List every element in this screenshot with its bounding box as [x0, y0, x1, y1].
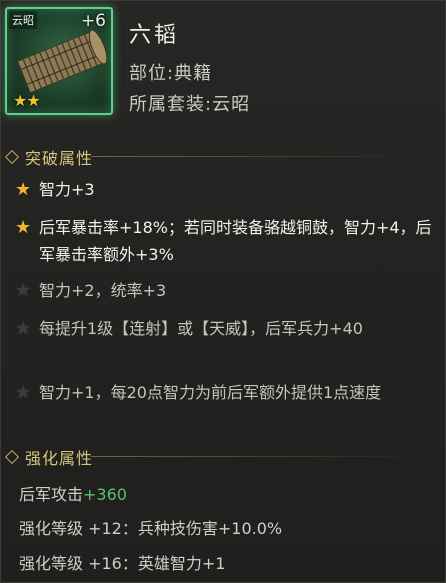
diamond-icon — [4, 449, 20, 465]
divider — [91, 156, 421, 157]
star-gold-icon: ★ — [15, 179, 32, 200]
enhance-line: 强化等级 +12：兵种技伤害+10.0% — [19, 519, 283, 538]
diamond-icon — [4, 149, 20, 165]
item-slot: 部位:典籍 — [129, 63, 213, 84]
item-icon: 云昭 +6 ★★ — [5, 7, 113, 115]
main-stat-value: +360 — [83, 485, 127, 504]
enhance-level: +6 — [80, 11, 106, 31]
breakthrough-header: 突破属性 — [1, 145, 421, 169]
enhance-title: 强化属性 — [25, 449, 94, 468]
main-stat-label: 后军攻击 — [19, 485, 84, 504]
star-locked-icon: ★ — [15, 280, 32, 301]
enhance-header: 强化属性 — [1, 445, 421, 469]
item-name: 六韬 — [129, 23, 180, 48]
breakthrough-row: ★ 后军暴击率+18%；若同时装备骆越铜鼓，智力+4，后军暴击率额外+3% — [15, 214, 435, 268]
item-tooltip: 云昭 +6 ★★ 六韬 部位:典籍 所属套装:云昭 突破属性 ★ 智力+3 ★ … — [0, 0, 446, 583]
star-locked-icon: ★ — [15, 382, 32, 403]
star-rating: ★★ — [13, 91, 41, 110]
breakthrough-row: ★ 智力+2，统率+3 — [15, 277, 435, 304]
item-set: 所属套装:云昭 — [129, 94, 251, 115]
star-gold-icon: ★ — [15, 217, 32, 238]
enhance-line: 强化等级 +16：英雄智力+1 — [19, 554, 226, 573]
main-stat: 后军攻击+360 — [19, 481, 127, 505]
bamboo-scroll-icon — [16, 29, 108, 94]
divider — [91, 456, 421, 457]
breakthrough-row: ★ 智力+1，每20点智力为前后军额外提供1点速度 — [15, 379, 435, 406]
breakthrough-title: 突破属性 — [25, 149, 94, 168]
breakthrough-row: ★ 每提升1级【连射】或【天威】，后军兵力+40 — [15, 315, 435, 342]
breakthrough-row: ★ 智力+3 — [15, 176, 435, 203]
set-tag: 云昭 — [9, 11, 37, 29]
star-locked-icon: ★ — [15, 318, 32, 339]
